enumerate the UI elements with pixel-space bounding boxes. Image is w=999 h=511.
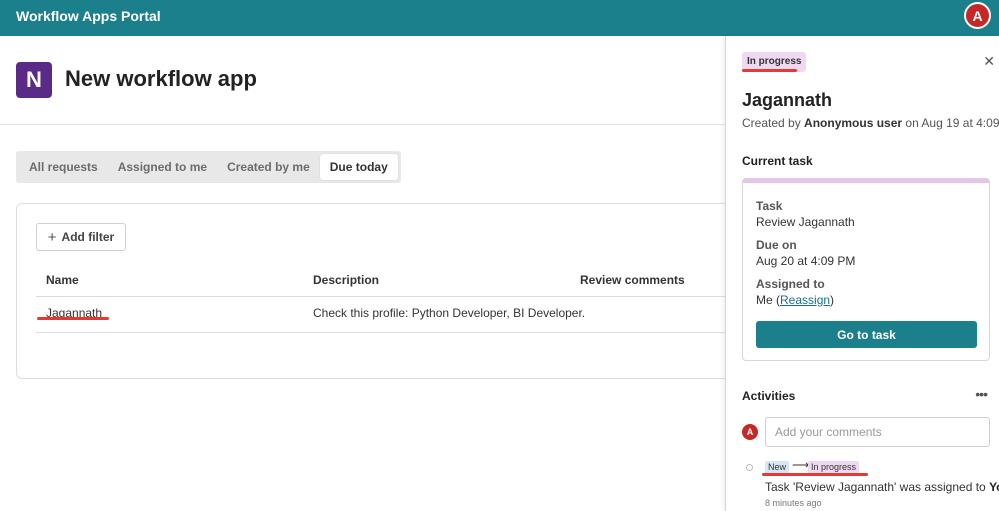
commenter-avatar: A	[742, 424, 758, 440]
portal-title[interactable]: Workflow Apps Portal	[16, 8, 161, 24]
arrow-right-icon: ⟶	[792, 458, 810, 472]
plus-icon: +	[47, 228, 57, 246]
request-detail-panel: In progress ✕ Jagannath Created by Anony…	[725, 36, 999, 511]
annotation-underline	[742, 69, 797, 72]
go-to-task-button[interactable]: Go to task	[756, 321, 977, 348]
user-avatar[interactable]: A	[964, 2, 991, 29]
tab-assigned-to-me[interactable]: Assigned to me	[108, 154, 217, 180]
created-info: Created by Anonymous user on Aug 19 at 4…	[742, 116, 999, 130]
activity-target: You	[989, 480, 999, 494]
requests-card: + Add filter Name Description Review com…	[16, 203, 736, 379]
created-suffix: on Aug 19 at 4:09 PM	[905, 116, 999, 130]
tab-all-requests[interactable]: All requests	[19, 154, 108, 180]
activity-timestamp: 8 minutes ago	[765, 498, 822, 508]
column-header-description: Description	[313, 273, 380, 287]
due-label: Due on	[756, 238, 797, 252]
assigned-value: Me (Reassign)	[756, 293, 835, 307]
page-title: New workflow app	[65, 66, 257, 91]
assignee: Me	[756, 293, 773, 307]
more-options-icon[interactable]: •••	[975, 386, 988, 402]
current-task-heading: Current task	[742, 154, 813, 168]
request-tabs: All requests Assigned to me Created by m…	[16, 151, 401, 183]
table-divider	[36, 296, 736, 297]
app-icon: N	[16, 62, 52, 98]
header-divider	[0, 124, 725, 125]
current-task-card: Task Review Jagannath Due on Aug 20 at 4…	[742, 178, 990, 361]
add-filter-button[interactable]: + Add filter	[36, 223, 126, 251]
activity-text: Task 'Review Jagannath' was assigned to …	[765, 480, 999, 494]
task-label: Task	[756, 199, 783, 213]
table-divider	[36, 332, 736, 333]
task-value: Review Jagannath	[756, 215, 855, 229]
comment-input[interactable]	[765, 417, 990, 447]
close-icon[interactable]: ✕	[983, 53, 995, 70]
request-title: Jagannath	[742, 90, 833, 110]
created-user: Anonymous user	[804, 116, 903, 130]
add-filter-label: Add filter	[61, 230, 115, 244]
top-bar: Workflow Apps Portal A	[0, 0, 999, 36]
activities-heading: Activities	[742, 389, 796, 403]
annotation-underline	[37, 317, 109, 320]
assigned-label: Assigned to	[756, 277, 825, 291]
request-description: Check this profile: Python Developer, BI…	[313, 306, 586, 320]
activity-message: Task 'Review Jagannath' was assigned to	[765, 480, 986, 494]
tab-due-today[interactable]: Due today	[319, 154, 398, 180]
column-header-name: Name	[46, 273, 79, 287]
timeline-dot	[746, 464, 753, 471]
tab-created-by-me[interactable]: Created by me	[217, 154, 320, 180]
created-prefix: Created by	[742, 116, 801, 130]
reassign-link[interactable]: Reassign	[780, 293, 830, 307]
due-value: Aug 20 at 4:09 PM	[756, 254, 856, 268]
column-header-review-comments: Review comments	[580, 273, 685, 287]
annotation-underline	[762, 473, 868, 476]
